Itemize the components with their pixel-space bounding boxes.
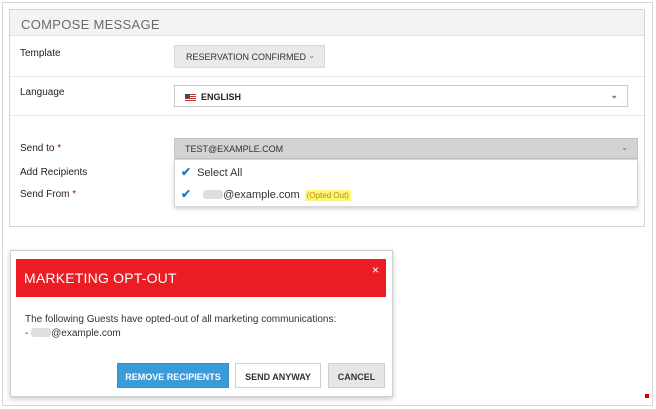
compose-message-panel: COMPOSE MESSAGE Template RESERVATION CON… <box>9 9 645 227</box>
remove-recipients-button[interactable]: REMOVE RECIPIENTS <box>117 363 229 388</box>
opted-out-email-line: - @example.com <box>25 328 121 339</box>
row-divider <box>10 115 644 116</box>
opted-out-badge: (Opted Out) <box>304 190 351 201</box>
cancel-button[interactable]: CANCEL <box>328 363 385 388</box>
send-to-label: Send to * <box>20 143 62 154</box>
marketing-opt-out-dialog: MARKETING OPT-OUT × The following Guests… <box>10 250 393 397</box>
compose-title: COMPOSE MESSAGE <box>21 17 160 32</box>
language-value: ENGLISH <box>201 92 242 102</box>
chevron-down-icon: ⌄ <box>308 51 315 60</box>
corner-marker <box>645 394 649 398</box>
row-divider <box>10 76 644 77</box>
template-value: RESERVATION CONFIRMED <box>186 52 307 62</box>
recipient-email: @example.com <box>223 189 300 201</box>
dialog-header: MARKETING OPT-OUT × <box>16 259 386 297</box>
dialog-message-line: The following Guests have opted-out of a… <box>25 314 337 325</box>
dialog-message: The following Guests have opted-out of a… <box>25 313 336 341</box>
recipient-option[interactable]: ✔ @example.com (Opted Out) <box>181 187 351 201</box>
select-all-option[interactable]: ✔ Select All <box>181 165 242 179</box>
template-dropdown[interactable]: RESERVATION CONFIRMED ⌄ <box>174 45 325 68</box>
send-from-label: Send From * <box>20 189 77 200</box>
template-label: Template <box>20 48 61 59</box>
dialog-title: MARKETING OPT-OUT <box>24 270 177 286</box>
language-label: Language <box>20 87 65 98</box>
close-icon[interactable]: × <box>372 263 379 277</box>
compose-header: COMPOSE MESSAGE <box>10 10 644 36</box>
language-select[interactable]: ENGLISH ⌄ <box>174 85 628 107</box>
us-flag-icon <box>185 94 196 101</box>
select-all-label: Select All <box>197 167 243 179</box>
check-icon: ✔ <box>181 187 192 201</box>
chevron-down-icon: ⌄ <box>621 143 628 152</box>
redacted-name <box>203 190 224 199</box>
chevron-down-icon: ⌄ <box>610 90 618 100</box>
send-to-select[interactable]: TEST@EXAMPLE.COM ⌄ <box>174 138 638 159</box>
send-anyway-button[interactable]: SEND ANYWAY <box>235 363 321 388</box>
redacted-name <box>31 328 52 337</box>
check-icon: ✔ <box>181 165 192 179</box>
send-to-value: TEST@EXAMPLE.COM <box>185 144 284 154</box>
add-recipients-label: Add Recipients <box>20 167 88 178</box>
recipients-dropdown: ✔ Select All ✔ @example.com (Opted Out) <box>174 159 638 207</box>
